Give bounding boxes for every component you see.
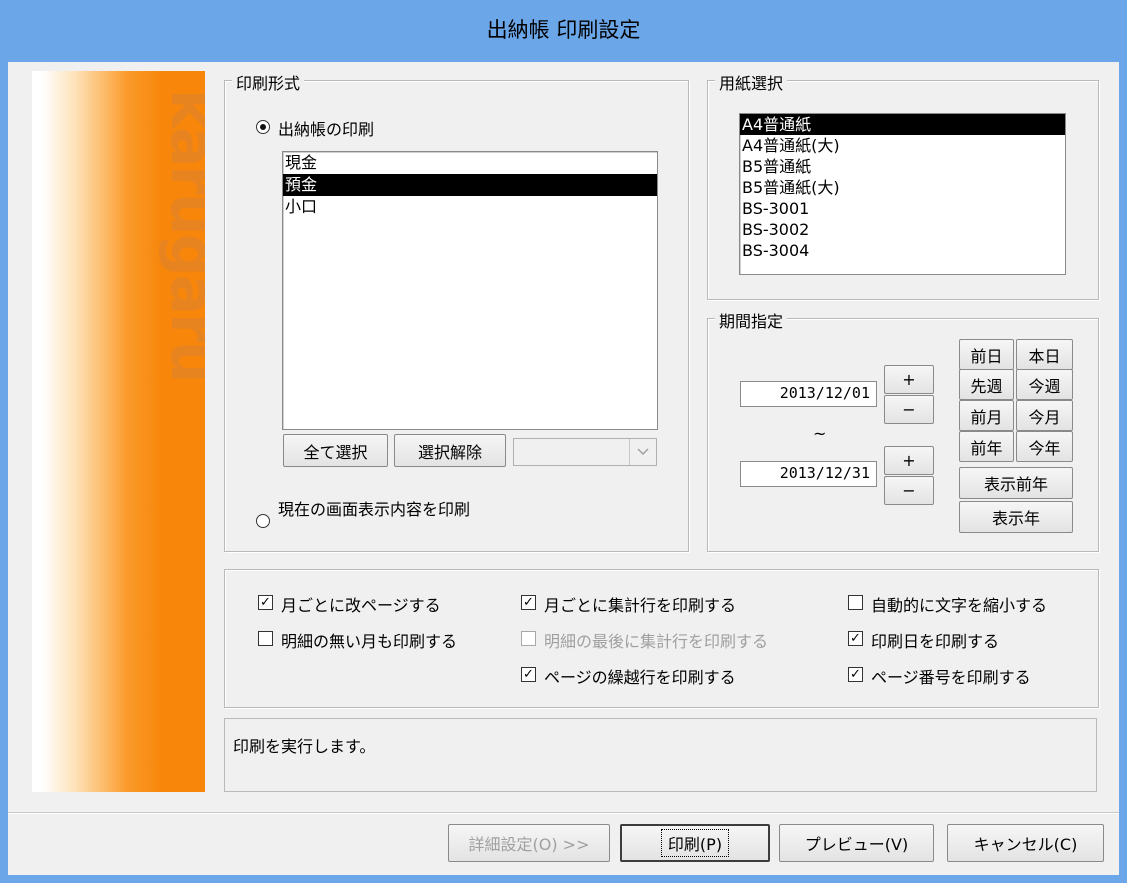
logo-banner: karugaru bbox=[32, 71, 205, 792]
paper-label: 用紙選択 bbox=[715, 70, 788, 94]
print-button[interactable]: 印刷(P) bbox=[620, 824, 770, 862]
paper-item[interactable]: B5普通紙 bbox=[740, 156, 1065, 177]
radio-ledger-print[interactable] bbox=[256, 120, 270, 134]
display-prev-year-button[interactable]: 表示前年 bbox=[959, 467, 1073, 499]
cancel-button[interactable]: キャンセル(C) bbox=[947, 824, 1104, 862]
last-week-button[interactable]: 先週 bbox=[959, 369, 1014, 400]
to-date-minus-button[interactable]: − bbox=[884, 476, 934, 505]
account-item-cash[interactable]: 現金 bbox=[283, 152, 657, 174]
today-button[interactable]: 本日 bbox=[1016, 339, 1073, 370]
chevron-down-icon[interactable] bbox=[629, 439, 656, 465]
radio-screen-print[interactable] bbox=[256, 514, 270, 528]
option-label[interactable]: 明細の無い月も印刷する bbox=[281, 628, 457, 652]
window-title: 出納帳 印刷設定 bbox=[486, 18, 641, 42]
account-item-deposit[interactable]: 預金 bbox=[283, 174, 657, 196]
footer-separator bbox=[8, 812, 1119, 814]
paper-item[interactable]: A4普通紙 bbox=[740, 114, 1065, 135]
option-label[interactable]: ページ番号を印刷する bbox=[871, 664, 1031, 688]
to-date-input[interactable]: 2013/12/31 bbox=[740, 461, 877, 487]
paper-listbox[interactable]: A4普通紙 A4普通紙(大) B5普通紙 B5普通紙(大) BS-3001 BS… bbox=[739, 113, 1066, 275]
prev-day-button[interactable]: 前日 bbox=[959, 339, 1014, 370]
this-week-button[interactable]: 今週 bbox=[1016, 369, 1073, 400]
paper-item[interactable]: BS-3001 bbox=[740, 198, 1065, 219]
detail-settings-button[interactable]: 詳細設定(O) >> bbox=[448, 824, 610, 862]
paper-item[interactable]: A4普通紙(大) bbox=[740, 135, 1065, 156]
checkbox-print-date[interactable]: ✓ bbox=[848, 631, 863, 646]
from-date-plus-button[interactable]: + bbox=[884, 365, 934, 394]
select-all-button[interactable]: 全て選択 bbox=[283, 434, 388, 467]
paper-item[interactable]: B5普通紙(大) bbox=[740, 177, 1065, 198]
checkbox-total-at-end[interactable] bbox=[521, 631, 536, 646]
radio-ledger-print-label[interactable]: 出納帳の印刷 bbox=[278, 116, 374, 140]
account-filter-combo[interactable] bbox=[513, 438, 657, 466]
print-button-label[interactable]: 印刷(P) bbox=[660, 829, 730, 857]
this-month-button[interactable]: 今月 bbox=[1016, 400, 1073, 431]
display-year-button[interactable]: 表示年 bbox=[959, 501, 1073, 533]
logo-text: karugaru bbox=[157, 89, 205, 382]
radio-screen-print-label[interactable]: 現在の画面表示内容を印刷 bbox=[278, 496, 470, 520]
option-label[interactable]: 印刷日を印刷する bbox=[871, 628, 999, 652]
last-year-button[interactable]: 前年 bbox=[959, 431, 1014, 462]
period-label: 期間指定 bbox=[715, 308, 788, 332]
from-date-minus-button[interactable]: − bbox=[884, 395, 934, 424]
checkbox-carry-over[interactable]: ✓ bbox=[521, 667, 536, 682]
preview-button[interactable]: プレビュー(V) bbox=[779, 824, 934, 862]
last-month-button[interactable]: 前月 bbox=[959, 400, 1014, 431]
paper-item[interactable]: BS-3002 bbox=[740, 219, 1065, 240]
checkbox-print-empty-month[interactable] bbox=[258, 631, 273, 646]
range-separator: ~ bbox=[813, 424, 827, 443]
to-date-plus-button[interactable]: + bbox=[884, 446, 934, 475]
option-label[interactable]: 自動的に文字を縮小する bbox=[871, 592, 1047, 616]
option-label[interactable]: 明細の最後に集計行を印刷する bbox=[544, 628, 768, 652]
checkbox-page-number[interactable]: ✓ bbox=[848, 667, 863, 682]
this-year-button[interactable]: 今年 bbox=[1016, 431, 1073, 462]
option-label[interactable]: 月ごとに改ページする bbox=[281, 592, 441, 616]
print-format-label: 印刷形式 bbox=[232, 70, 305, 94]
checkbox-page-break-month[interactable]: ✓ bbox=[258, 595, 273, 610]
option-label[interactable]: 月ごとに集計行を印刷する bbox=[544, 592, 736, 616]
paper-item[interactable]: BS-3004 bbox=[740, 240, 1065, 261]
account-item-petty[interactable]: 小口 bbox=[283, 196, 657, 218]
deselect-button[interactable]: 選択解除 bbox=[394, 434, 506, 467]
status-message: 印刷を実行します。 bbox=[224, 718, 1097, 792]
checkbox-auto-shrink[interactable] bbox=[848, 595, 863, 610]
account-listbox[interactable]: 現金 預金 小口 bbox=[282, 151, 658, 430]
option-label[interactable]: ページの繰越行を印刷する bbox=[544, 664, 736, 688]
checkbox-monthly-total[interactable]: ✓ bbox=[521, 595, 536, 610]
from-date-input[interactable]: 2013/12/01 bbox=[740, 381, 877, 407]
